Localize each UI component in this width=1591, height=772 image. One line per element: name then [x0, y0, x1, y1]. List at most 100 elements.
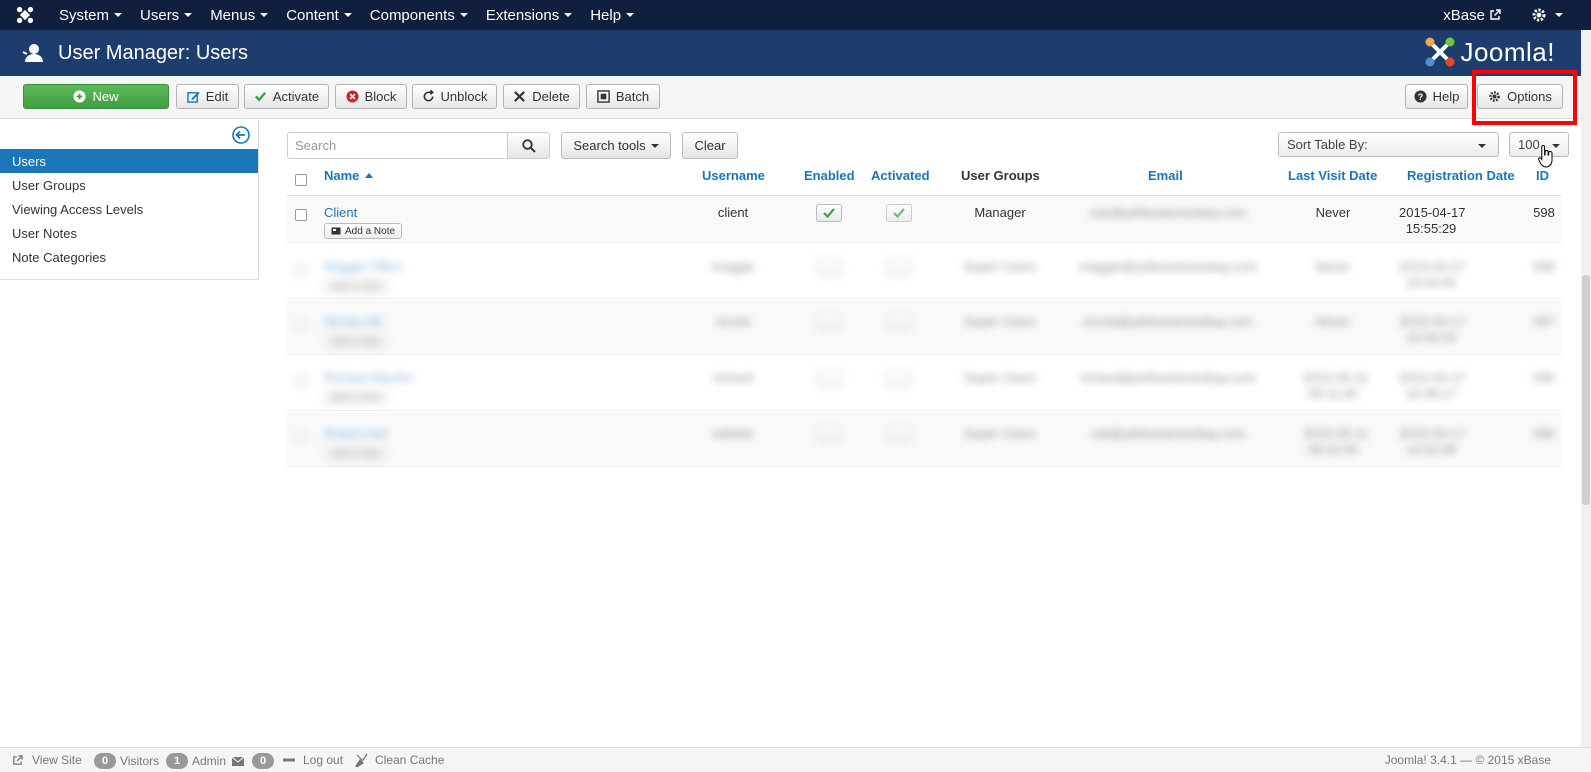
view-site-link[interactable]: View Site — [12, 753, 82, 767]
add-note-button[interactable]: Add a Note — [324, 278, 389, 294]
enabled-toggle[interactable] — [816, 313, 842, 331]
menu-help[interactable]: Help — [581, 0, 643, 30]
scrollbar-thumb[interactable] — [1582, 275, 1590, 505]
check-icon — [254, 90, 267, 103]
row-checkbox[interactable] — [295, 319, 307, 331]
column-name-header[interactable]: Name — [324, 168, 374, 183]
version-info: Joomla! 3.4.1 — © 2015 xBase — [1385, 753, 1551, 767]
add-note-button[interactable]: Add a Note — [324, 223, 403, 239]
user-group-cell: Super Users — [963, 426, 1037, 441]
search-input[interactable] — [287, 132, 508, 159]
add-note-button[interactable]: Add a Note — [324, 389, 389, 405]
clean-cache-link[interactable]: Clean Cache — [355, 753, 444, 767]
enabled-toggle[interactable] — [816, 204, 842, 222]
sidebar-item-viewing-access-levels[interactable]: Viewing Access Levels — [0, 197, 258, 221]
add-note-button[interactable]: Add a Note — [324, 333, 389, 349]
menu-system[interactable]: System — [50, 0, 131, 30]
menu-menus-label: Menus — [210, 6, 256, 24]
column-enabled-header[interactable]: Enabled — [804, 168, 855, 183]
user-name-link[interactable]: Richard Mackin — [324, 370, 414, 385]
messages-count-badge: 0 — [252, 753, 274, 769]
activated-toggle[interactable] — [886, 258, 912, 276]
collapse-sidebar-icon[interactable] — [232, 126, 250, 144]
view-site-label: View Site — [32, 753, 82, 767]
logout-link[interactable]: Log out — [283, 753, 343, 767]
clear-button[interactable]: Clear — [682, 132, 738, 159]
settings-menu[interactable] — [1531, 7, 1563, 23]
sort-table-select[interactable]: Sort Table By: — [1278, 132, 1499, 157]
check-icon — [823, 208, 835, 218]
close-icon — [513, 90, 526, 103]
joomla-logo-icon — [1425, 37, 1455, 67]
user-name-link[interactable]: Client — [324, 205, 357, 220]
joomla-wordmark: Joomla! — [1460, 36, 1555, 67]
sidebar-item-users[interactable]: Users — [0, 149, 258, 173]
menu-users[interactable]: Users — [131, 0, 201, 30]
edit-button[interactable]: Edit — [176, 84, 239, 109]
add-note-button[interactable]: Add a Note — [324, 445, 389, 461]
last-visit-cell: 2015-05-11 — [1303, 426, 1369, 441]
page-scrollbar[interactable] — [1581, 30, 1591, 747]
batch-button[interactable]: Batch — [586, 84, 660, 109]
joomla-menu-icon[interactable] — [0, 0, 50, 30]
row-checkbox[interactable] — [295, 375, 307, 387]
registration-date-cell: 2015-04-17 — [1399, 426, 1466, 441]
sidebar-item-user-groups[interactable]: User Groups — [0, 173, 258, 197]
row-checkbox[interactable] — [295, 209, 307, 221]
column-username-header[interactable]: Username — [702, 168, 765, 183]
sidebar-item-user-notes[interactable]: User Notes — [0, 221, 258, 245]
activated-toggle[interactable] — [886, 313, 912, 331]
help-button[interactable]: ? Help — [1405, 84, 1468, 109]
user-name-link[interactable]: Robert Ash — [324, 426, 388, 441]
site-link[interactable]: xBase — [1443, 7, 1501, 24]
user-name-link[interactable]: Nicola Hill — [324, 314, 382, 329]
username-cell: nicola — [716, 314, 750, 329]
column-last-visit-header[interactable]: Last Visit Date — [1288, 168, 1377, 183]
menu-extensions[interactable]: Extensions — [477, 0, 581, 30]
visitors-count-badge: 0 — [94, 753, 116, 769]
block-button[interactable]: Block — [335, 84, 407, 109]
enabled-toggle[interactable] — [816, 425, 842, 443]
last-visit-cell: Never — [1315, 259, 1351, 274]
unblock-button[interactable]: Unblock — [412, 84, 497, 109]
row-checkbox[interactable] — [295, 431, 307, 443]
column-activated-header[interactable]: Activated — [871, 168, 930, 183]
caret-down-icon — [650, 143, 659, 148]
menu-components[interactable]: Components — [361, 0, 477, 30]
activated-toggle[interactable] — [886, 425, 912, 443]
search-button[interactable] — [507, 132, 550, 159]
activated-toggle[interactable] — [886, 204, 912, 222]
column-registration-header[interactable]: Registration Date — [1407, 168, 1515, 183]
column-id-header[interactable]: ID — [1536, 168, 1549, 183]
row-checkbox[interactable] — [295, 264, 307, 276]
last-visit-cell: Never — [1315, 205, 1351, 220]
username-cell: richard — [713, 370, 753, 385]
version-label: Joomla! 3.4.1 — © 2015 xBase — [1384, 753, 1551, 767]
select-all-checkbox[interactable] — [295, 174, 307, 186]
sort-table-value: Sort Table By: — [1287, 137, 1368, 152]
column-email-header[interactable]: Email — [1148, 168, 1183, 183]
enabled-toggle[interactable] — [816, 258, 842, 276]
enabled-toggle[interactable] — [816, 369, 842, 387]
joomla-logo: Joomla! — [1424, 36, 1555, 68]
user-group-cell: Manager — [974, 205, 1026, 220]
new-button[interactable]: New — [23, 84, 169, 109]
menu-help-label: Help — [590, 6, 622, 24]
note-icon — [331, 227, 341, 235]
email-cell: sue@yellowstonesbay.com — [1089, 205, 1247, 220]
user-name-link[interactable]: Maggie Tiffen — [324, 259, 402, 274]
sidebar-item-note-categories[interactable]: Note Categories — [0, 245, 258, 269]
svg-text:?: ? — [1417, 92, 1423, 102]
question-circle-icon: ? — [1414, 90, 1427, 103]
messages-status[interactable]: 0 — [232, 753, 278, 769]
admin-count-badge: 1 — [166, 753, 188, 769]
column-registration-label: Registration Date — [1407, 168, 1515, 183]
menu-menus[interactable]: Menus — [201, 0, 277, 30]
menu-content[interactable]: Content — [277, 0, 361, 30]
activate-button[interactable]: Activate — [244, 84, 329, 109]
search-tools-button[interactable]: Search tools — [561, 132, 671, 159]
logout-label: Log out — [303, 753, 344, 767]
refresh-icon — [422, 90, 435, 103]
activated-toggle[interactable] — [886, 369, 912, 387]
delete-button[interactable]: Delete — [503, 84, 580, 109]
